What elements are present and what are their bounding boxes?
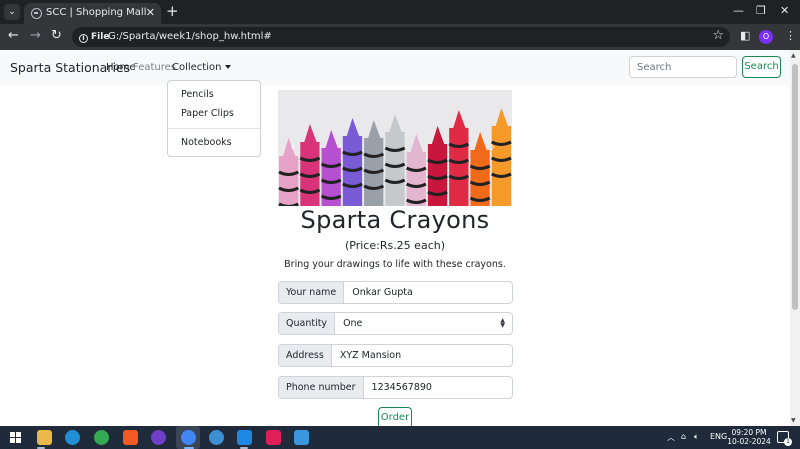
crayon xyxy=(342,118,363,206)
notification-icon[interactable]: 1 xyxy=(777,431,792,446)
clock-time: 09:20 PM xyxy=(731,428,767,437)
crayon xyxy=(427,126,448,206)
address-input-group: Address XYZ Mansion xyxy=(278,344,513,367)
menu-icon[interactable]: ⋮ xyxy=(785,29,796,42)
phone-field[interactable]: 1234567890 xyxy=(363,376,513,399)
crayon xyxy=(320,130,342,206)
crayon xyxy=(405,134,427,206)
carousel-prev-icon[interactable]: ‹ xyxy=(290,140,295,155)
nav-link-collection[interactable]: Collection xyxy=(172,62,232,73)
clock-date: 10-02-2024 xyxy=(727,437,771,446)
site-navbar: Sparta Stationaries Home Features Collec… xyxy=(0,50,790,85)
product-description: Bring your drawings to life with these c… xyxy=(284,259,506,270)
phone-label: Phone number xyxy=(278,376,364,399)
name-field[interactable]: Onkar Gupta xyxy=(344,281,513,304)
minimize-icon[interactable]: — xyxy=(733,4,744,17)
address-field[interactable]: XYZ Mansion xyxy=(331,344,513,367)
chevron-up-icon[interactable]: ︿ xyxy=(667,432,675,443)
close-icon[interactable]: ✕ xyxy=(146,6,155,19)
windows-taskbar: ︿ ⌂ 🔈︎ ENG 09:20 PM 10-02-2024 1 xyxy=(0,426,800,449)
scroll-down-icon[interactable]: ▼ xyxy=(791,417,796,424)
product-title: Sparta Crayons xyxy=(300,206,490,234)
phone-input-group: Phone number 1234567890 xyxy=(278,376,513,399)
close-window-icon[interactable]: ✕ xyxy=(780,4,789,17)
star-icon[interactable]: ☆ xyxy=(712,28,724,43)
slack-icon[interactable] xyxy=(266,430,281,445)
browser-tab-bar: ⌄ SCC | Shopping Mall ✕ + — ❐ ✕ xyxy=(0,0,800,24)
tab-search-icon[interactable]: ⌄ xyxy=(4,4,20,20)
vscode-icon[interactable] xyxy=(237,430,252,445)
back-icon[interactable]: ← xyxy=(8,28,19,44)
network-icon[interactable]: ⌂ xyxy=(681,432,686,441)
globe-icon xyxy=(31,8,42,19)
volume-icon[interactable]: 🔈︎ xyxy=(694,432,699,442)
nav-link-home[interactable]: Home xyxy=(106,62,136,73)
crayon xyxy=(299,124,321,206)
quantity-input-group: Quantity One ▲ ▼ xyxy=(278,312,513,335)
file-explorer-icon[interactable] xyxy=(37,430,52,445)
chrome-icon[interactable] xyxy=(94,430,109,445)
crayon xyxy=(491,108,512,206)
product-carousel[interactable]: ‹ › xyxy=(278,90,512,206)
profile-avatar[interactable]: O xyxy=(759,30,773,44)
chrome-profile-icon[interactable] xyxy=(181,430,196,445)
chrome-alt-icon[interactable] xyxy=(209,430,224,445)
scroll-thumb[interactable] xyxy=(792,64,798,310)
crayon xyxy=(278,138,299,206)
address-label: Address xyxy=(278,344,332,367)
collection-dropdown-menu: Pencils Paper Clips Notebooks xyxy=(167,80,261,157)
dropdown-item-paper-clips[interactable]: Paper Clips xyxy=(181,108,234,119)
select-arrows-icon: ▲ ▼ xyxy=(500,317,505,329)
restore-icon[interactable]: ❐ xyxy=(756,4,766,17)
browser-toolbar: ← → ↻ i File G:/Sparta/week1/shop_hw.html… xyxy=(0,24,800,50)
notification-count: 1 xyxy=(784,438,792,446)
crayons-image xyxy=(278,108,512,206)
sidebar-icon[interactable]: ◧ xyxy=(740,29,750,42)
info-icon: i xyxy=(79,34,88,43)
name-label: Your name xyxy=(278,281,345,304)
dropdown-item-notebooks[interactable]: Notebooks xyxy=(181,137,232,148)
page-viewport: Sparta Stationaries Home Features Collec… xyxy=(0,50,790,426)
windows-start-icon[interactable] xyxy=(10,432,21,443)
nav-link-features[interactable]: Features xyxy=(133,62,176,73)
crayon xyxy=(448,110,470,206)
tab-title: SCC | Shopping Mall xyxy=(46,7,147,18)
scroll-up-icon[interactable]: ▲ xyxy=(791,52,796,59)
forward-icon[interactable]: → xyxy=(30,28,41,44)
quantity-label: Quantity xyxy=(278,312,336,335)
dropdown-item-pencils[interactable]: Pencils xyxy=(181,89,214,100)
address-bar[interactable]: i File G:/Sparta/week1/shop_hw.html# ☆ xyxy=(72,27,730,47)
search-button[interactable]: Search xyxy=(742,56,781,78)
system-clock[interactable]: 09:20 PM 10-02-2024 xyxy=(727,428,771,446)
reload-icon[interactable]: ↻ xyxy=(51,28,62,44)
language-indicator[interactable]: ENG xyxy=(710,432,727,441)
url-text: G:/Sparta/week1/shop_hw.html# xyxy=(108,31,272,42)
plus-icon[interactable]: + xyxy=(166,3,179,19)
browser-tab[interactable]: SCC | Shopping Mall ✕ xyxy=(24,3,161,24)
caret-down-icon xyxy=(225,65,232,69)
carousel-next-icon[interactable]: › xyxy=(490,140,495,155)
page-scrollbar[interactable]: ▲ ▼ xyxy=(790,50,800,426)
crayon xyxy=(469,132,491,206)
photos-icon[interactable] xyxy=(294,430,309,445)
order-button[interactable]: Order xyxy=(378,407,412,426)
quantity-select[interactable]: One ▲ ▼ xyxy=(335,312,513,335)
name-input-group: Your name Onkar Gupta xyxy=(278,281,513,304)
dropdown-divider xyxy=(168,128,260,129)
crayon xyxy=(384,114,406,206)
product-price: (Price:Rs.25 each) xyxy=(344,239,445,252)
edge-icon[interactable] xyxy=(65,430,80,445)
brave-icon[interactable] xyxy=(123,430,138,445)
crayon xyxy=(363,120,385,206)
github-icon[interactable] xyxy=(151,430,166,445)
search-input[interactable] xyxy=(629,56,737,78)
